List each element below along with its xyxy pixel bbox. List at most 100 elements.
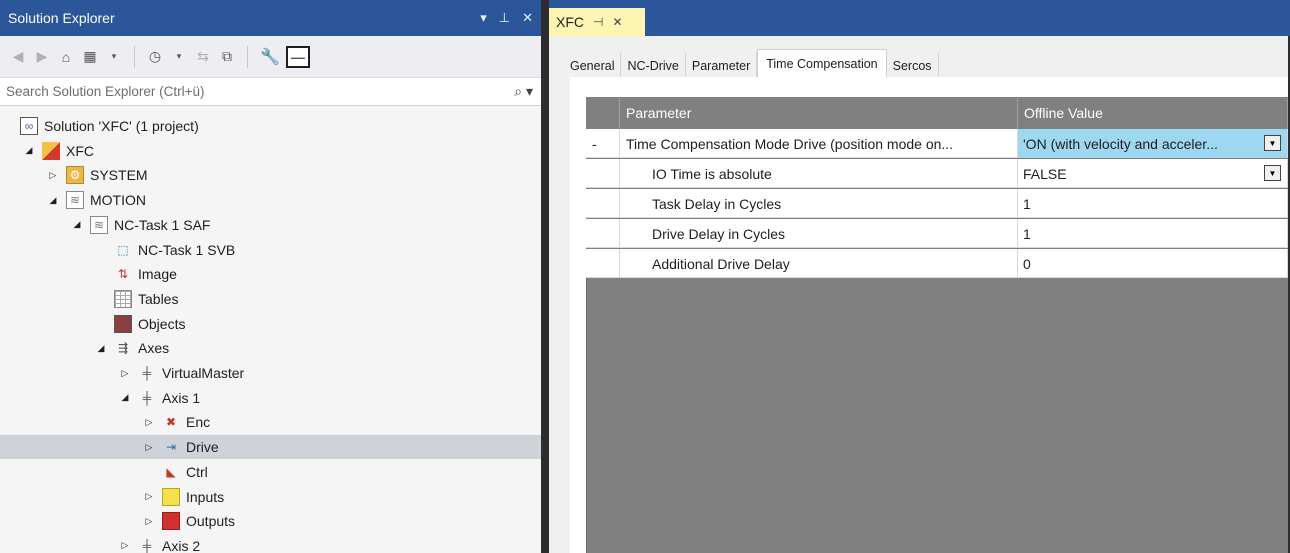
row-collapse-marker xyxy=(586,189,620,218)
row-collapse-marker[interactable]: - xyxy=(586,129,620,158)
preview-selected-items-icon[interactable]: — xyxy=(285,45,310,68)
filter-dropdown-icon[interactable]: ▾ xyxy=(169,45,189,69)
drive-icon: ⇥ xyxy=(165,440,177,455)
toolbar-separator xyxy=(134,45,135,68)
dropdown-arrow-icon[interactable]: ▼ xyxy=(1264,165,1281,181)
inputs-icon xyxy=(162,487,180,506)
tree-expander-icon[interactable]: ▷ xyxy=(118,540,132,551)
tree-expander-icon[interactable]: ▷ xyxy=(118,368,132,379)
tree-node[interactable]: ▷ Outputs xyxy=(0,509,541,533)
offline-value-cell[interactable]: 'ON (with velocity and acceler... ▼ xyxy=(1018,129,1288,158)
tree-node[interactable]: ▷ ⚙ SYSTEM xyxy=(0,163,541,187)
tree-node-label: SYSTEM xyxy=(90,167,148,184)
tab-sercos[interactable]: Sercos xyxy=(886,53,939,78)
tree-node[interactable]: ▷ Inputs xyxy=(0,485,541,509)
tree-node[interactable]: ▷ ✖ Enc xyxy=(0,410,541,434)
tree-node[interactable]: ◢ ≋ NC-Task 1 SAF xyxy=(0,213,541,237)
tree-node[interactable]: ◢ XFC xyxy=(0,139,541,163)
column-header-offline-value[interactable]: Offline Value xyxy=(1018,97,1288,129)
tab-parameter[interactable]: Parameter xyxy=(685,53,758,78)
back-icon[interactable]: ◀ xyxy=(8,45,28,69)
offline-value-cell[interactable]: 1 xyxy=(1018,189,1288,218)
close-tab-icon[interactable]: ✕ xyxy=(612,15,622,29)
dropdown-arrow-icon[interactable]: ▼ xyxy=(1264,135,1281,151)
tree-node[interactable]: Objects xyxy=(0,312,541,336)
tree-node-label: Inputs xyxy=(186,488,225,505)
nc-task-icon: ≋ xyxy=(90,215,108,234)
forward-icon[interactable]: ▶ xyxy=(32,45,52,69)
tree-expander-icon[interactable]: ◢ xyxy=(70,219,84,230)
offline-value-text: 0 xyxy=(1023,255,1031,272)
tree-expander-icon[interactable]: ▷ xyxy=(142,491,156,502)
tab-nc-drive[interactable]: NC-Drive xyxy=(621,53,686,78)
table-row[interactable]: Drive Delay in Cycles 1 xyxy=(586,219,1290,248)
tree-node[interactable]: ◢ ⇶ Axes xyxy=(0,336,541,360)
switch-views-icon[interactable]: ▦ xyxy=(80,45,100,69)
tree-node-label: Ctrl xyxy=(186,463,208,480)
tree-node[interactable]: ◣ Ctrl xyxy=(0,460,541,484)
tree-node[interactable]: Tables xyxy=(0,287,541,311)
tree-node-label: Outputs xyxy=(186,513,236,530)
close-panel-icon[interactable]: ✕ xyxy=(522,10,533,26)
tree-node[interactable]: ⇅ Image xyxy=(0,262,541,286)
tree-node[interactable]: ◢ ≋ MOTION xyxy=(0,188,541,212)
tree-expander-icon[interactable]: ◢ xyxy=(94,343,108,354)
tab-time-compensation[interactable]: Time Compensation xyxy=(757,49,887,77)
tree-node[interactable]: ▷ ╪ VirtualMaster xyxy=(0,361,541,385)
document-tab-xfc[interactable]: XFC ⊣ ✕ xyxy=(549,8,645,36)
parameter-name-cell: Additional Drive Delay xyxy=(620,249,1018,278)
pending-changes-filter-icon[interactable]: ◷ xyxy=(145,45,165,69)
tree-expander-icon[interactable]: ◢ xyxy=(118,392,132,403)
tree-expander-icon[interactable]: ▷ xyxy=(142,442,156,453)
pin-tab-icon[interactable]: ⊣ xyxy=(593,15,603,29)
tree-node[interactable]: ⬚ NC-Task 1 SVB xyxy=(0,238,541,262)
parameter-grid-header: Parameter Offline Value xyxy=(586,97,1290,129)
encoder-icon: ✖ xyxy=(165,415,177,430)
auto-hide-pin-icon[interactable]: ⊥ xyxy=(499,10,510,26)
tree-node-label: VirtualMaster xyxy=(162,365,245,381)
tree-node[interactable]: ▷ ╪ Axis 2 xyxy=(0,534,541,553)
table-row[interactable]: - Time Compensation Mode Drive (position … xyxy=(586,129,1290,158)
table-row[interactable]: Additional Drive Delay 0 xyxy=(586,249,1290,278)
tree-node-label: Drive xyxy=(186,439,219,456)
search-solution-explorer-input[interactable]: Search Solution Explorer (Ctrl+ü) ⌕ ▾ xyxy=(0,78,541,106)
tree-node[interactable]: ▷ ⇥ Drive xyxy=(0,435,541,460)
tree-expander-icon[interactable]: ▷ xyxy=(142,417,156,428)
table-row[interactable]: IO Time is absolute FALSE ▼ xyxy=(586,159,1290,188)
axis-icon: ╪ xyxy=(142,366,152,380)
tree-node-label: Axis 1 xyxy=(162,389,201,406)
parameter-name-cell: IO Time is absolute xyxy=(620,159,1018,188)
window-position-dropdown-icon[interactable]: ▾ xyxy=(480,10,487,26)
tree-node-label: MOTION xyxy=(90,192,146,209)
tree-expander-icon[interactable]: ▷ xyxy=(46,170,60,181)
axis-icon: ╪ xyxy=(142,538,152,553)
tree-node-label: XFC xyxy=(66,142,94,159)
offline-value-cell[interactable]: 1 xyxy=(1018,219,1288,248)
collapse-all-icon[interactable]: ⧉ xyxy=(217,45,237,69)
tab-general[interactable]: General xyxy=(564,53,622,78)
tree-expander-icon[interactable]: ◢ xyxy=(46,195,60,206)
system-icon: ⚙ xyxy=(66,166,84,185)
tree-node[interactable]: ◢ ╪ Axis 1 xyxy=(0,386,541,410)
offline-value-text: 1 xyxy=(1023,195,1031,212)
tree-expander-icon[interactable]: ◢ xyxy=(22,145,36,156)
offline-value-cell[interactable]: 0 xyxy=(1018,249,1288,278)
solution-explorer-toolbar: ◀ ▶ ⌂ ▦ ▾ ◷ ▾ ⇆ ⧉ 🔧 — xyxy=(0,36,541,78)
properties-wrench-icon[interactable]: 🔧 xyxy=(258,45,282,69)
switch-views-dropdown-icon[interactable]: ▾ xyxy=(104,45,124,69)
project-icon xyxy=(42,141,60,160)
tree-node-label: Image xyxy=(138,266,177,283)
table-row[interactable]: Task Delay in Cycles 1 xyxy=(586,189,1290,218)
tree-node-label: Enc xyxy=(186,414,211,431)
search-icon[interactable]: ⌕ ▾ xyxy=(514,83,533,100)
solution-tree: ∞ Solution 'XFC' (1 project) ◢ XFC ▷ ⚙ SYSTEM ◢… xyxy=(0,110,541,553)
tree-expander-icon[interactable]: ▷ xyxy=(142,516,156,527)
tree-node[interactable]: ∞ Solution 'XFC' (1 project) xyxy=(0,114,541,138)
offline-value-cell[interactable]: FALSE ▼ xyxy=(1018,159,1288,188)
solution-explorer-title: Solution Explorer xyxy=(8,10,115,26)
home-icon[interactable]: ⌂ xyxy=(56,45,76,69)
axis-icon: ╪ xyxy=(142,390,152,405)
objects-icon xyxy=(114,314,132,333)
column-header-parameter[interactable]: Parameter xyxy=(620,97,1018,129)
sync-with-document-icon[interactable]: ⇆ xyxy=(193,45,213,69)
